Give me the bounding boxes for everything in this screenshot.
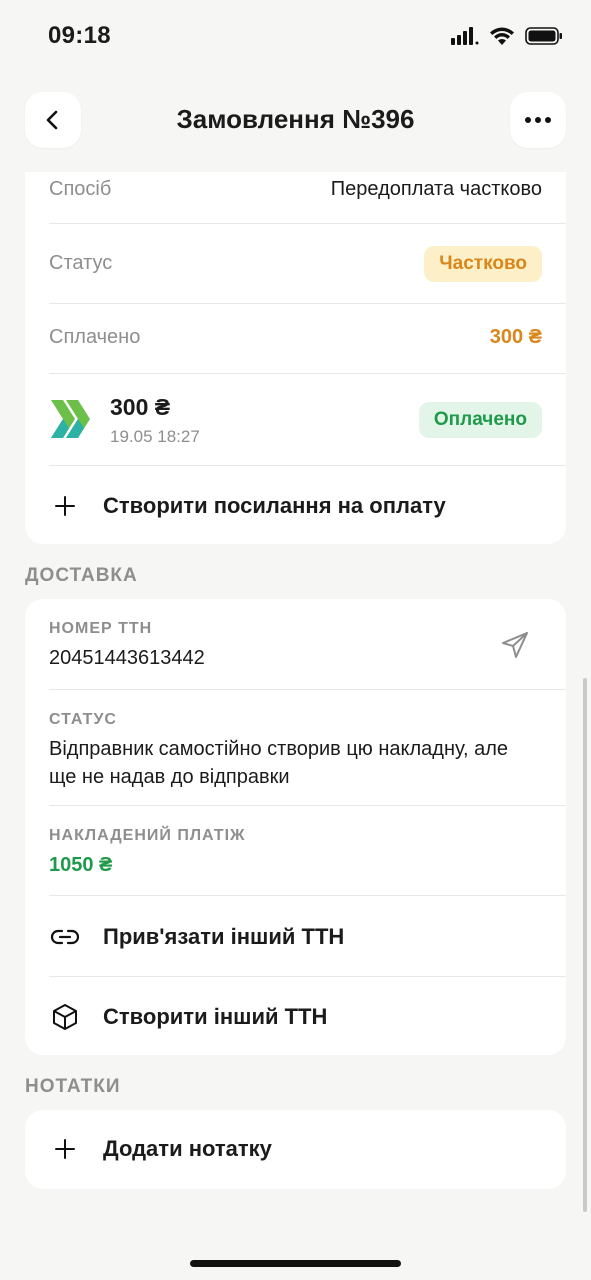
delivery-card: НОМЕР ТТН 20451443613442 СТАТУС Відправн… <box>25 599 566 1055</box>
divider <box>49 373 566 374</box>
payment-method-value: Передоплата частково <box>330 178 542 200</box>
battery-icon <box>525 27 562 45</box>
payment-status-badge: Частково <box>424 246 542 282</box>
divider <box>49 465 566 466</box>
send-icon[interactable] <box>500 630 530 660</box>
cod-label: НАКЛАДЕНИЙ ПЛАТІЖ <box>49 827 246 844</box>
paid-amount-label: Сплачено <box>49 326 141 348</box>
transaction-datetime: 19.05 18:27 <box>110 427 200 446</box>
page-title: Замовлення №396 <box>176 104 415 134</box>
ttn-number-row: НОМЕР ТТН 20451443613442 <box>49 620 542 672</box>
wifi-icon <box>490 27 514 45</box>
ttn-number-label: НОМЕР ТТН <box>49 620 153 637</box>
link-icon <box>49 921 81 953</box>
notes-section-title: НОТАТКИ <box>25 1076 121 1097</box>
add-note-button[interactable]: Додати нотатку <box>49 1131 542 1167</box>
notes-card: Додати нотатку <box>25 1110 566 1189</box>
delivery-status-label: СТАТУС <box>49 711 117 728</box>
delivery-status-value: Відправник самостійно створив цю накладн… <box>49 738 509 788</box>
divider <box>49 223 566 224</box>
create-payment-link-button[interactable]: Створити посилання на оплату <box>49 488 542 524</box>
scrollbar[interactable] <box>583 678 587 1212</box>
divider <box>49 689 566 690</box>
status-time: 09:18 <box>48 22 111 49</box>
navigation-bar: Замовлення №396 <box>0 90 591 150</box>
paid-amount-value: 300 ₴ <box>489 326 542 348</box>
payment-provider-logo-icon <box>51 400 90 438</box>
divider <box>49 976 566 977</box>
payment-card: Спосіб Передоплата частково Статус Частк… <box>25 172 566 544</box>
payment-method-label: Спосіб <box>49 178 112 200</box>
transaction-row[interactable]: 300 ₴ 19.05 18:27 Оплачено <box>49 390 542 450</box>
cellular-signal-icon <box>451 27 479 45</box>
divider <box>49 805 566 806</box>
transaction-status-badge: Оплачено <box>418 402 542 438</box>
package-box-icon <box>49 1001 81 1033</box>
divider <box>49 895 566 896</box>
link-other-ttn-label: Прив'язати інший ТТН <box>103 924 345 949</box>
payment-method-row: Спосіб Передоплата частково <box>49 178 542 208</box>
plus-icon <box>49 490 81 522</box>
cod-row: НАКЛАДЕНИЙ ПЛАТІЖ 1050 ₴ <box>49 827 542 879</box>
create-other-ttn-label: Створити інший ТТН <box>103 1004 328 1029</box>
ttn-number-value[interactable]: 20451443613442 <box>49 644 542 672</box>
status-icons <box>451 26 563 46</box>
link-other-ttn-button[interactable]: Прив'язати інший ТТН <box>49 919 542 955</box>
plus-icon <box>49 1133 81 1165</box>
payment-status-label: Статус <box>49 252 113 274</box>
delivery-status-row: СТАТУС Відправник самостійно створив цю … <box>49 711 542 791</box>
divider <box>49 303 566 304</box>
create-payment-link-label: Створити посилання на оплату <box>103 493 446 518</box>
delivery-section-title: ДОСТАВКА <box>25 565 138 586</box>
more-dots-icon <box>525 117 551 123</box>
add-note-label: Додати нотатку <box>103 1136 272 1161</box>
paid-amount-row: Сплачено 300 ₴ <box>49 326 542 356</box>
cod-value: 1050 ₴ <box>49 854 113 876</box>
home-indicator <box>190 1260 401 1267</box>
status-bar: 09:18 <box>0 0 591 76</box>
transaction-amount: 300 ₴ <box>110 394 171 420</box>
create-other-ttn-button[interactable]: Створити інший ТТН <box>49 999 542 1035</box>
payment-status-row: Статус Частково <box>49 246 542 286</box>
more-options-button[interactable] <box>510 92 566 148</box>
